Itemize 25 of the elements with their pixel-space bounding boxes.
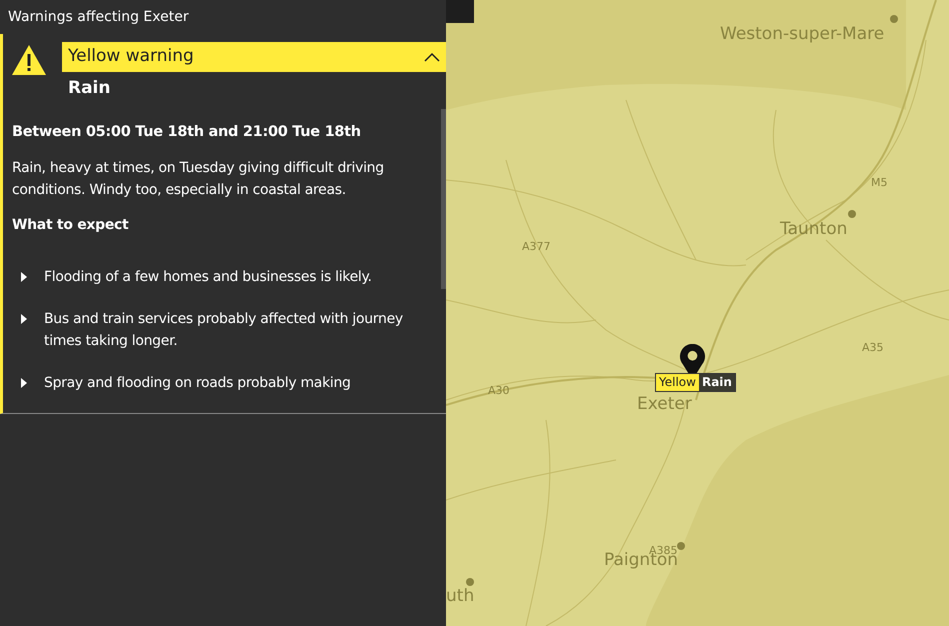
warning-header-button[interactable]: Yellow warning [62, 42, 446, 72]
marker-level-label: Yellow [656, 374, 699, 391]
place-label: Exeter [637, 394, 692, 414]
expect-heading: What to expect [12, 216, 130, 236]
road-label: M5 [871, 176, 888, 189]
road-label: A377 [522, 240, 551, 253]
bullet-arrow-icon [21, 378, 27, 388]
impact-text: Spray and flooding on roads probably making [44, 374, 351, 394]
warning-type: Rain [68, 77, 110, 100]
warning-summary: Rain, heavy at times, on Tuesday giving difficult driving conditions. Windy too, especially in coastal areas. [12, 159, 385, 200]
chevron-up-icon [424, 52, 440, 62]
bullet-arrow-icon [21, 314, 27, 324]
warning-period: Between 05:00 Tue 18th and 21:00 Tue 18th [12, 122, 362, 142]
place-label: Weston-super-Mare [720, 24, 884, 44]
place-label: Taunton [780, 219, 848, 239]
place-label: uth [446, 586, 474, 606]
panel-title: Warnings affecting Exeter [8, 8, 189, 26]
road-label: A35 [862, 341, 884, 354]
road-label: A30 [488, 384, 510, 397]
warning-icon [11, 44, 47, 76]
marker-type-label: Rain [698, 374, 735, 391]
impact-text: Flooding of a few homes and businesses is likely. [44, 268, 372, 288]
map-corner-block [446, 0, 474, 23]
bullet-arrow-icon [21, 272, 27, 282]
impact-text: Bus and train services probably affected with journey times taking longer. [44, 310, 404, 352]
